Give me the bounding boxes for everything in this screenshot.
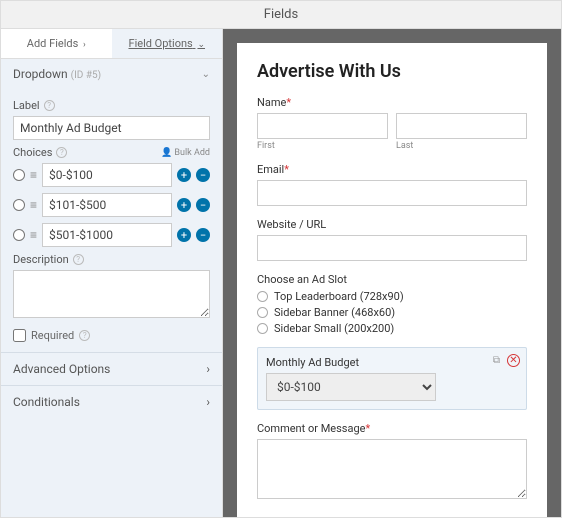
comment-input[interactable]	[257, 439, 527, 499]
help-icon[interactable]: ?	[73, 254, 84, 265]
name-label: Name	[257, 96, 286, 109]
chevron-right-icon: ›	[206, 362, 210, 376]
choice-input[interactable]	[42, 163, 172, 187]
chevron-right-icon: ›	[206, 395, 210, 409]
add-choice-button[interactable]: +	[177, 168, 191, 182]
form-title: Advertise With Us	[257, 61, 527, 82]
email-label: Email	[257, 163, 284, 176]
label-label: Label	[13, 99, 40, 112]
choice-default-radio[interactable]	[13, 199, 25, 211]
choice-row: ≡ + −	[13, 193, 210, 217]
choice-row: ≡ + −	[13, 163, 210, 187]
choice-input[interactable]	[42, 223, 172, 247]
adslot-option[interactable]: Top Leaderboard (728x90)	[257, 290, 527, 303]
choice-default-radio[interactable]	[13, 229, 25, 241]
chevron-down-icon: ⌄	[197, 40, 205, 50]
first-name-input[interactable]	[257, 113, 388, 139]
adslot-label: Choose an Ad Slot	[257, 273, 527, 286]
tab-add-fields[interactable]: Add Fields ›	[1, 29, 112, 58]
adslot-option[interactable]: Sidebar Banner (468x60)	[257, 306, 527, 319]
label-input[interactable]	[13, 116, 210, 140]
radio-icon	[257, 323, 268, 334]
field-type-header[interactable]: Dropdown (ID #5) ⌄	[1, 59, 222, 89]
remove-choice-button[interactable]: −	[196, 198, 210, 212]
advanced-options-section[interactable]: Advanced Options›	[1, 352, 222, 385]
budget-label: Monthly Ad Budget	[266, 356, 518, 369]
email-input[interactable]	[257, 180, 527, 206]
conditionals-section[interactable]: Conditionals›	[1, 385, 222, 418]
selected-field[interactable]: ⧉ ✕ Monthly Ad Budget $0-$100	[257, 347, 527, 410]
last-name-input[interactable]	[396, 113, 527, 139]
choices-label: Choices	[13, 146, 52, 159]
add-choice-button[interactable]: +	[177, 228, 191, 242]
required-label: Required	[31, 329, 74, 342]
website-input[interactable]	[257, 235, 527, 261]
required-checkbox[interactable]	[13, 329, 26, 342]
radio-icon	[257, 291, 268, 302]
bulk-add-link[interactable]: 👤 Bulk Add	[161, 148, 210, 158]
choice-row: ≡ + −	[13, 223, 210, 247]
description-label: Description	[13, 253, 69, 266]
page-title: Fields	[1, 1, 561, 29]
sidebar: Add Fields › Field Options ⌄ Dropdown (I…	[1, 29, 223, 517]
chevron-down-icon: ⌄	[202, 69, 210, 80]
delete-icon[interactable]: ✕	[507, 354, 520, 367]
choice-input[interactable]	[42, 193, 172, 217]
help-icon[interactable]: ?	[56, 147, 67, 158]
help-icon[interactable]: ?	[79, 330, 90, 341]
drag-icon[interactable]: ≡	[30, 198, 37, 212]
budget-select[interactable]: $0-$100	[266, 373, 436, 401]
add-choice-button[interactable]: +	[177, 198, 191, 212]
choice-default-radio[interactable]	[13, 169, 25, 181]
comment-label: Comment or Message	[257, 422, 365, 435]
chevron-right-icon: ›	[83, 40, 86, 50]
person-icon: 👤	[161, 148, 172, 158]
radio-icon	[257, 307, 268, 318]
tab-field-options[interactable]: Field Options ⌄	[112, 29, 223, 58]
help-icon[interactable]: ?	[44, 100, 55, 111]
duplicate-icon[interactable]: ⧉	[490, 354, 503, 367]
remove-choice-button[interactable]: −	[196, 168, 210, 182]
description-input[interactable]	[13, 270, 210, 318]
last-sublabel: Last	[396, 141, 527, 151]
drag-icon[interactable]: ≡	[30, 228, 37, 242]
drag-icon[interactable]: ≡	[30, 168, 37, 182]
website-label: Website / URL	[257, 218, 527, 231]
preview-area: Advertise With Us Name* First Last	[223, 29, 561, 517]
adslot-option[interactable]: Sidebar Small (200x200)	[257, 322, 527, 335]
first-sublabel: First	[257, 141, 388, 151]
remove-choice-button[interactable]: −	[196, 228, 210, 242]
